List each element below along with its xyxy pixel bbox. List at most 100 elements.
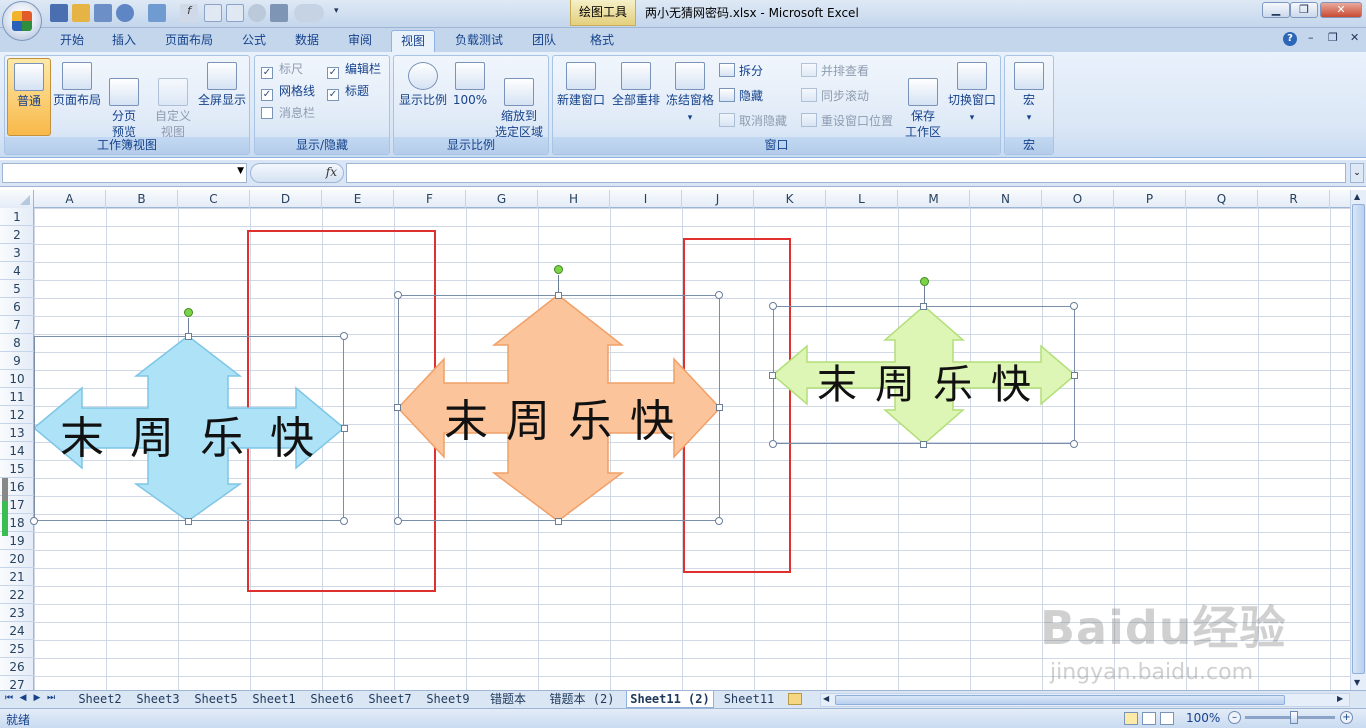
resize-handle[interactable] xyxy=(715,517,723,525)
office-button[interactable] xyxy=(2,1,42,41)
expand-formula-bar-icon[interactable]: ⌄ xyxy=(1350,163,1364,183)
page-break-view-icon[interactable] xyxy=(1160,712,1174,725)
tab-view[interactable]: 视图 xyxy=(391,30,435,52)
column-header[interactable]: Q xyxy=(1186,190,1258,208)
row-header[interactable]: 8 xyxy=(0,334,34,352)
vertical-scrollbar[interactable]: ▲ ▼ xyxy=(1350,190,1366,690)
normal-view-icon[interactable] xyxy=(1124,712,1138,725)
tab-team[interactable]: 团队 xyxy=(524,30,564,52)
table-icon[interactable] xyxy=(204,4,222,22)
filter-icon[interactable] xyxy=(270,4,288,22)
zoom-100-button[interactable]: 100% xyxy=(450,58,490,136)
resize-handle[interactable] xyxy=(715,291,723,299)
formula-input[interactable] xyxy=(346,163,1346,183)
sheet-tab[interactable]: Sheet7 xyxy=(362,691,418,708)
row-header[interactable]: 3 xyxy=(0,244,34,262)
maximize-button[interactable]: ❐ xyxy=(1290,2,1318,18)
page-layout-view-icon[interactable] xyxy=(1142,712,1156,725)
headings-checkbox[interactable]: ✓ 标题 xyxy=(327,81,369,101)
vertical-scroll-thumb[interactable] xyxy=(1352,204,1365,674)
ribbon-restore-icon[interactable]: ❐ xyxy=(1328,31,1338,44)
resize-handle[interactable] xyxy=(920,441,927,448)
zoom-level[interactable]: 100% xyxy=(1186,711,1220,725)
save-icon[interactable] xyxy=(50,4,68,22)
side-by-side-button[interactable]: 并排查看 xyxy=(801,61,869,81)
first-sheet-icon[interactable]: ⏮ xyxy=(4,693,14,703)
resize-handle[interactable] xyxy=(716,404,723,411)
tab-insert[interactable]: 插入 xyxy=(104,30,144,52)
column-header[interactable]: M xyxy=(898,190,970,208)
row-header[interactable]: 23 xyxy=(0,604,34,622)
resize-handle[interactable] xyxy=(394,291,402,299)
resize-handle[interactable] xyxy=(920,303,927,310)
user-icon[interactable] xyxy=(248,4,266,22)
sheet-tab[interactable]: Sheet5 xyxy=(188,691,244,708)
row-header[interactable]: 9 xyxy=(0,352,34,370)
arrange-all-button[interactable]: 全部重排 xyxy=(609,58,663,136)
edit-icon[interactable] xyxy=(148,4,166,22)
row-header[interactable]: 24 xyxy=(0,622,34,640)
row-header[interactable]: 27 xyxy=(0,676,34,690)
column-header[interactable]: P xyxy=(1114,190,1186,208)
row-header[interactable]: 12 xyxy=(0,406,34,424)
open-icon[interactable] xyxy=(72,4,90,22)
resize-handle[interactable] xyxy=(769,440,777,448)
switch-windows-button[interactable]: 切换窗口 ▾ xyxy=(945,58,999,136)
resize-handle[interactable] xyxy=(555,518,562,525)
resize-handle[interactable] xyxy=(30,517,38,525)
column-header[interactable]: N xyxy=(970,190,1042,208)
tab-review[interactable]: 审阅 xyxy=(340,30,380,52)
gridlines-checkbox[interactable]: ✓ 网格线 xyxy=(261,81,315,101)
rotation-handle[interactable] xyxy=(554,265,563,274)
sort-icon[interactable] xyxy=(294,4,324,22)
last-sheet-icon[interactable]: ⏭ xyxy=(46,693,56,703)
row-header[interactable]: 4 xyxy=(0,262,34,280)
hide-button[interactable]: 隐藏 xyxy=(719,86,763,106)
new-window-button[interactable]: 新建窗口 xyxy=(555,58,607,136)
row-header[interactable]: 10 xyxy=(0,370,34,388)
row-header[interactable]: 1 xyxy=(0,208,34,226)
select-all-corner[interactable] xyxy=(0,190,34,208)
column-header[interactable]: L xyxy=(826,190,898,208)
row-header[interactable]: 26 xyxy=(0,658,34,676)
column-header[interactable]: E xyxy=(322,190,394,208)
scroll-down-icon[interactable]: ▼ xyxy=(1354,678,1360,687)
tab-format[interactable]: 格式 xyxy=(582,30,622,52)
undo-icon[interactable] xyxy=(116,4,134,22)
zoom-in-icon[interactable]: + xyxy=(1340,711,1353,724)
sheet-tab[interactable]: Sheet2 xyxy=(72,691,128,708)
row-header[interactable]: 22 xyxy=(0,586,34,604)
freeze-panes-button[interactable]: 冻结窗格 ▾ xyxy=(663,58,717,136)
sheet-tab[interactable]: Sheet3 xyxy=(130,691,186,708)
sheet-tab[interactable]: 错题本 (2) xyxy=(540,691,624,708)
resize-handle[interactable] xyxy=(394,517,402,525)
ruler-checkbox[interactable]: ✓ 标尺 xyxy=(261,59,303,79)
tab-data[interactable]: 数据 xyxy=(287,30,327,52)
function-icon[interactable]: f xyxy=(180,4,198,22)
row-header[interactable]: 21 xyxy=(0,568,34,586)
tab-load-test[interactable]: 负载测试 xyxy=(446,30,512,52)
split-button[interactable]: 拆分 xyxy=(719,61,763,81)
prev-sheet-icon[interactable]: ◀ xyxy=(18,693,28,703)
form-icon[interactable] xyxy=(226,4,244,22)
sheet-tab[interactable]: Sheet1 xyxy=(246,691,302,708)
resize-handle[interactable] xyxy=(769,372,776,379)
resize-handle[interactable] xyxy=(1070,302,1078,310)
page-break-preview-button[interactable]: 分页 预览 xyxy=(103,58,145,139)
sheet-tab[interactable]: Sheet6 xyxy=(304,691,360,708)
row-header[interactable]: 11 xyxy=(0,388,34,406)
sheet-tab[interactable]: Sheet9 xyxy=(420,691,476,708)
column-header[interactable]: K xyxy=(754,190,826,208)
minimize-button[interactable]: ▁ xyxy=(1262,2,1290,18)
next-sheet-icon[interactable]: ▶ xyxy=(32,693,42,703)
sheet-tab[interactable]: Sheet11 xyxy=(716,691,782,708)
row-header[interactable]: 14 xyxy=(0,442,34,460)
zoom-slider-thumb[interactable] xyxy=(1290,711,1298,724)
column-header[interactable]: F xyxy=(394,190,466,208)
page-layout-view-button[interactable]: 页面布局 xyxy=(51,58,103,136)
sheet-tab-active[interactable]: Sheet11 (2) xyxy=(626,691,714,708)
macros-button[interactable]: 宏 ▾ xyxy=(1007,58,1051,136)
name-box[interactable]: ▼ xyxy=(2,163,247,183)
scroll-up-icon[interactable]: ▲ xyxy=(1354,192,1360,201)
custom-views-button[interactable]: 自定义 视图 xyxy=(149,58,197,139)
